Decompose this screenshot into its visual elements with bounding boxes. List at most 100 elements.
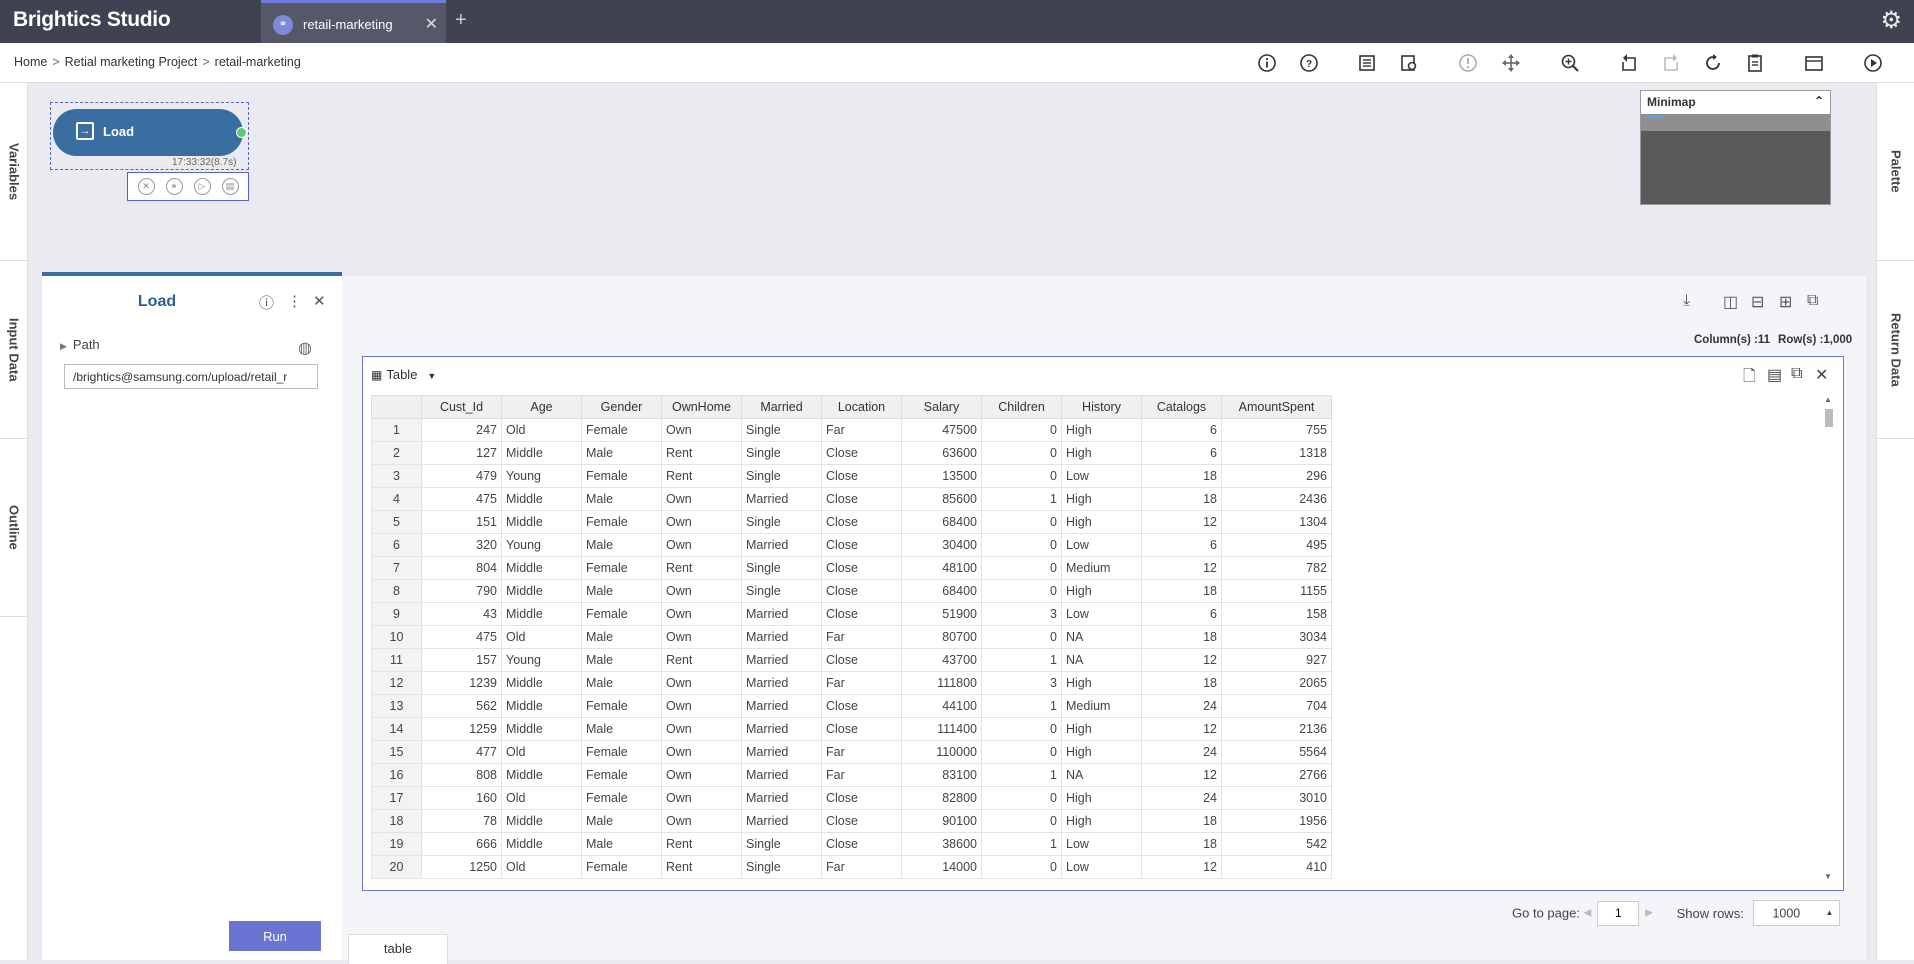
table-row[interactable]: 5 151 Middle Female Own Single Close 68400 0 High… [371,510,1332,534]
next-page-icon[interactable]: ▶ [1645,908,1653,919]
open-external-icon[interactable]: ⧉ [1807,292,1818,310]
table-row[interactable]: 7 804 Middle Female Rent Single Close 48100 0 Med… [371,556,1332,580]
add-tab-icon[interactable]: + [455,9,467,32]
gear-icon[interactable]: ⚙ [1880,6,1902,35]
checklist-icon[interactable] [1356,52,1378,74]
column-header[interactable]: Gender [581,395,662,419]
column-header[interactable]: Married [741,395,822,419]
table-cell: 43 [421,602,502,626]
delete-node-icon[interactable]: ▤ [221,178,239,195]
scroll-thumb[interactable] [1825,409,1833,427]
table-row[interactable]: 20 1250 Old Female Rent Single Far 14000 0 Low 12 4… [371,855,1332,879]
scroll-up-icon[interactable]: ▲ [1824,395,1832,404]
table-row[interactable]: 13 562 Middle Female Own Married Close 44100 1 Me… [371,694,1332,718]
table-cell: Single [741,556,822,580]
split-vertical-icon[interactable]: ◫ [1723,292,1738,312]
undo-icon[interactable] [1618,52,1640,74]
table-row[interactable]: 10 475 Old Male Own Married Far 80700 0 NA 18 3034 [371,625,1332,649]
add-document-icon[interactable]: 🗋 [1743,365,1756,392]
rail-palette[interactable]: Palette [1877,83,1914,261]
column-header[interactable]: Location [821,395,902,419]
download-icon[interactable]: ⤓ [1683,292,1690,310]
close-icon[interactable]: ✕ [313,292,326,310]
rail-input-data[interactable]: Input Data [0,261,28,439]
path-section-toggle[interactable]: ▶ Path [60,337,100,352]
table-cell: Married [741,694,822,718]
run-all-icon[interactable] [1862,52,1884,74]
rail-return-data[interactable]: Return Data [1877,261,1914,439]
help-icon[interactable]: ? [1298,52,1320,74]
disable-node-icon[interactable]: ✕ [137,178,155,195]
output-port[interactable] [236,127,247,138]
copy-icon[interactable]: ⧉ [1791,365,1802,383]
column-header[interactable]: Age [501,395,582,419]
column-header[interactable]: Catalogs [1141,395,1222,419]
table-row[interactable]: 15 477 Old Female Own Married Far 110000 0 High 24… [371,740,1332,764]
workflow-canvas[interactable] [28,83,1876,273]
column-settings-icon[interactable]: ▤ [1767,365,1782,385]
connect-node-icon[interactable]: ⚭ [165,178,183,195]
search-document-icon[interactable] [1398,52,1420,74]
table-cell: 782 [1221,556,1332,580]
close-icon[interactable]: ✕ [1815,365,1828,385]
view-selector[interactable]: ▦ Table ▼ [371,367,436,382]
table-row[interactable]: 1 247 Old Female Own Single Far 47500 0 High 6 755 [371,418,1332,442]
rail-variables[interactable]: Variables [0,83,28,261]
table-row[interactable]: 8 790 Middle Male Own Single Close 68400 0 High 18… [371,579,1332,603]
info-icon[interactable] [1256,52,1278,74]
clipboard-icon[interactable] [1744,52,1766,74]
show-rows-select[interactable]: 1000 ▲ [1753,900,1841,926]
breadcrumb-project[interactable]: Retial marketing Project [65,55,198,69]
table-cell: 0 [981,740,1062,764]
minimap[interactable]: Minimap ⌃ [1640,90,1831,205]
column-header[interactable]: Salary [901,395,982,419]
table-row[interactable]: 3 479 Young Female Rent Single Close 13500 0 Low 1… [371,464,1332,488]
rail-outline[interactable]: Outline [0,439,28,617]
table-row[interactable]: 4 475 Middle Male Own Married Close 85600 1 High 1… [371,487,1332,511]
row-number: 13 [371,694,422,718]
run-node-icon[interactable]: ▷ [193,178,211,195]
column-header[interactable]: History [1061,395,1142,419]
vertical-scrollbar[interactable]: ▲ ▼ [1823,395,1835,881]
globe-icon[interactable]: ◍ [298,338,312,358]
load-node[interactable]: → Load [53,109,243,156]
more-options-icon[interactable]: ⋮ [287,292,302,310]
help-icon[interactable]: ⓘ [259,292,274,313]
close-tab-icon[interactable]: ✕ [425,14,438,34]
column-header[interactable]: Children [981,395,1062,419]
table-cell: Far [821,740,902,764]
table-cell: 18 [1141,625,1222,649]
table-row[interactable]: 6 320 Young Male Own Married Close 30400 0 Low 6 49… [371,533,1332,557]
table-row[interactable]: 12 1239 Middle Male Own Married Far 111800 3 High… [371,671,1332,695]
column-header[interactable]: AmountSpent [1221,395,1332,419]
table-row[interactable]: 18 78 Middle Male Own Married Close 90100 0 High 1… [371,809,1332,833]
refresh-icon[interactable] [1702,52,1724,74]
table-row[interactable]: 2 127 Middle Male Rent Single Close 63600 0 High 6… [371,441,1332,465]
column-header[interactable]: Cust_Id [421,395,502,419]
split-horizontal-icon[interactable]: ⊟ [1751,292,1764,312]
scroll-down-icon[interactable]: ▼ [1824,872,1832,881]
column-header[interactable]: OwnHome [661,395,742,419]
table-row[interactable]: 14 1259 Middle Male Own Married Close 111400 0 Hi… [371,717,1332,741]
calendar-icon[interactable] [1803,52,1825,74]
table-row[interactable]: 16 808 Middle Female Own Married Far 83100 1 NA 12… [371,763,1332,787]
table-cell: Male [581,717,662,741]
table-row[interactable]: 17 160 Old Female Own Married Close 82800 0 High 2… [371,786,1332,810]
table-cell: Male [581,648,662,672]
run-button[interactable]: Run [229,921,321,951]
move-icon[interactable] [1500,52,1522,74]
minimap-viewport[interactable] [1646,116,1662,120]
grid-layout-icon[interactable]: ⊞ [1779,292,1792,312]
breadcrumb-home[interactable]: Home [14,55,47,69]
chevron-up-icon[interactable]: ⌃ [1814,94,1824,108]
path-input[interactable] [64,364,318,389]
page-input[interactable] [1597,900,1640,926]
table-row[interactable]: 9 43 Middle Female Own Married Close 51900 3 Low 6… [371,602,1332,626]
table-cell: 2065 [1221,671,1332,695]
tab-retail-marketing[interactable]: ⚭ retail-marketing ✕ [261,0,446,43]
prev-page-icon[interactable]: ◀ [1584,908,1592,919]
table-row[interactable]: 11 157 Young Male Rent Married Close 43700 1 NA 12… [371,648,1332,672]
zoom-in-icon[interactable] [1559,52,1581,74]
table-cell: 1 [981,487,1062,511]
table-row[interactable]: 19 666 Middle Male Rent Single Close 38600 1 Low 1… [371,832,1332,856]
